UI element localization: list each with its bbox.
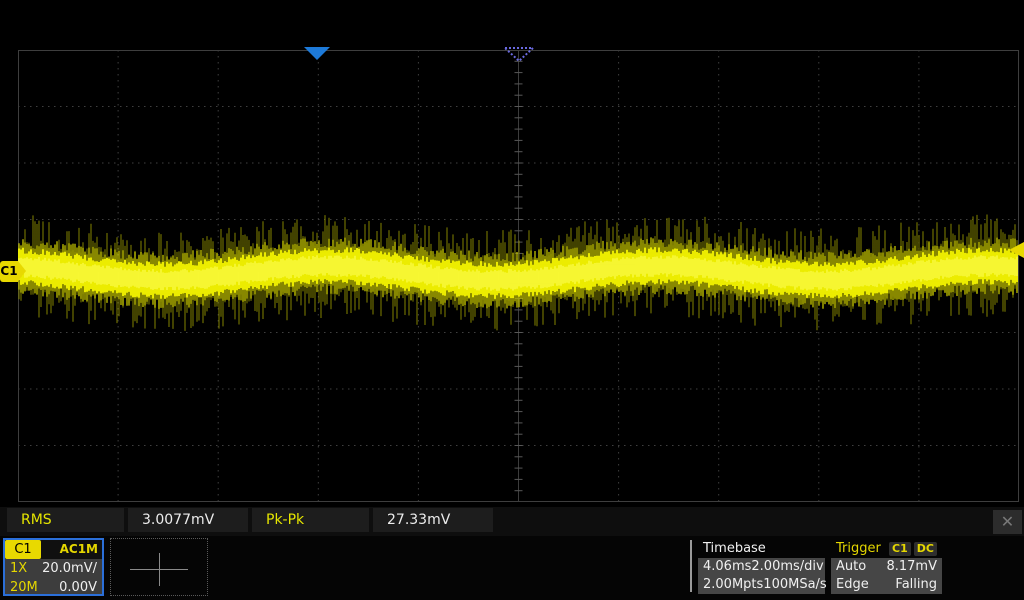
channel1-offset: 0.00V	[59, 578, 97, 597]
delay-reference-marker-icon[interactable]	[503, 46, 535, 64]
close-icon: ✕	[1001, 512, 1014, 531]
close-measurements-button[interactable]: ✕	[993, 510, 1022, 534]
trigger-source-badge: C1	[889, 542, 911, 556]
channel1-probe-scale-row: 1X 20.0mV/	[5, 559, 102, 578]
trigger-level-arrow-icon[interactable]	[1009, 242, 1024, 258]
status-divider	[690, 540, 692, 592]
trigger-mode: Auto	[836, 558, 866, 576]
trigger-level: 8.17mV	[886, 558, 937, 576]
oscilloscope-screen: C1 RMS 3.0077mV Pk-Pk 27.33mV ✕ C1 AC1M …	[0, 0, 1024, 600]
trigger-slope: Falling	[895, 576, 937, 594]
status-strip: C1 AC1M 1X 20.0mV/ 20M 0.00V Timebase 4.…	[0, 536, 1024, 600]
channel1-bw-offset-row: 20M 0.00V	[5, 578, 102, 597]
timebase-delay: 4.06ms	[703, 558, 751, 576]
timebase-box[interactable]: Timebase 4.06ms 2.00ms/div 2.00Mpts 100M…	[698, 540, 825, 594]
trigger-type: Edge	[836, 576, 869, 594]
waveform-display	[18, 50, 1019, 502]
trigger-position-marker-icon[interactable]	[304, 47, 330, 60]
channel1-level-tag[interactable]: C1	[0, 261, 18, 282]
channel1-badge: C1	[5, 540, 41, 559]
channel1-trace	[18, 50, 1019, 502]
channel1-header: C1 AC1M	[5, 540, 102, 559]
timebase-scale: 2.00ms/div	[751, 558, 823, 576]
add-channel-icon	[159, 553, 160, 586]
measurement-bar: RMS 3.0077mV Pk-Pk 27.33mV	[0, 507, 1024, 536]
trigger-box[interactable]: Trigger C1 DC Auto 8.17mV Edge Falling	[831, 540, 942, 594]
timebase-samplerate: 100MSa/s	[763, 576, 826, 594]
trigger-title: Trigger	[836, 540, 881, 558]
channel1-descriptor-box[interactable]: C1 AC1M 1X 20.0mV/ 20M 0.00V	[3, 538, 104, 596]
channel1-scale: 20.0mV/	[42, 559, 97, 578]
add-channel-placeholder[interactable]	[110, 538, 208, 596]
timebase-points: 2.00Mpts	[703, 576, 763, 594]
measurement-value-rms: 3.0077mV	[128, 508, 248, 532]
timebase-title: Timebase	[703, 540, 766, 558]
channel1-coupling: AC1M	[41, 540, 102, 559]
measurement-value-pkpk: 27.33mV	[373, 508, 493, 532]
trigger-coupling-badge: DC	[914, 542, 937, 556]
channel1-probe: 1X	[10, 559, 27, 578]
channel1-bandwidth: 20M	[10, 578, 38, 597]
measurement-label-pkpk[interactable]: Pk-Pk	[252, 508, 369, 532]
measurement-label-rms[interactable]: RMS	[7, 508, 124, 532]
